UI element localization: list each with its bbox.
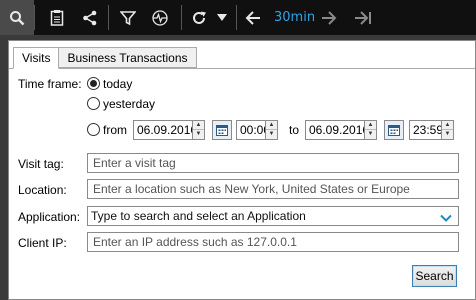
spin-down-icon[interactable]: ▼ [193, 130, 204, 139]
search-icon[interactable] [0, 0, 34, 35]
search-panel: Visits Business Transactions Time frame:… [8, 40, 476, 300]
application-select[interactable]: Type to search and select an Application [87, 206, 459, 226]
arrow-left-icon[interactable] [242, 0, 264, 35]
toolbar: 30min [0, 0, 476, 35]
filter-icon[interactable] [114, 0, 142, 35]
location-input[interactable]: Enter a location such as New York, Unite… [87, 179, 459, 199]
spin-down-icon[interactable]: ▼ [442, 130, 453, 139]
pulse-icon[interactable] [145, 0, 175, 35]
radio-from[interactable] [87, 123, 100, 136]
jump-to-end-icon[interactable] [351, 0, 375, 35]
tab-divider [9, 68, 475, 69]
application-select-placeholder: Type to search and select an Application [91, 209, 306, 223]
radio-today-label[interactable]: today [103, 77, 132, 91]
radio-yesterday[interactable] [87, 97, 100, 110]
tab-visits[interactable]: Visits [13, 47, 60, 69]
tab-business-transactions[interactable]: Business Transactions [58, 47, 197, 68]
to-time-spinner[interactable]: ▲ ▼ [442, 120, 454, 140]
clipboard-icon[interactable] [43, 0, 71, 35]
from-date-field[interactable]: 06.09.2016 [133, 120, 193, 140]
dropdown-arrow-icon[interactable] [214, 0, 230, 35]
arrow-right-icon[interactable] [318, 0, 340, 35]
location-label: Location: [18, 183, 67, 197]
share-icon[interactable] [76, 0, 104, 35]
from-time-field[interactable]: 00:00 [236, 120, 266, 140]
spin-up-icon[interactable]: ▲ [442, 121, 453, 130]
radio-today[interactable] [87, 77, 100, 90]
spin-up-icon[interactable]: ▲ [193, 121, 204, 130]
search-button[interactable]: Search [412, 265, 457, 287]
spin-down-icon[interactable]: ▼ [266, 130, 277, 139]
time-range-label[interactable]: 30min [274, 0, 315, 35]
from-calendar-icon[interactable] [212, 120, 232, 140]
spin-up-icon[interactable]: ▲ [266, 121, 277, 130]
to-time-field[interactable]: 23:59 [409, 120, 442, 140]
to-date-spinner[interactable]: ▲ ▼ [365, 120, 377, 140]
refresh-icon[interactable] [186, 0, 212, 35]
from-time-spinner[interactable]: ▲ ▼ [266, 120, 278, 140]
chevron-down-icon[interactable] [440, 210, 452, 225]
visit-tag-label: Visit tag: [18, 157, 64, 171]
to-calendar-icon[interactable] [384, 120, 404, 140]
visit-tag-input[interactable]: Enter a visit tag [87, 153, 459, 173]
application-label: Application: [18, 210, 81, 224]
client-ip-label: Client IP: [18, 236, 67, 250]
radio-from-label[interactable]: from [103, 123, 127, 137]
to-date-field[interactable]: 06.09.2016 [305, 120, 365, 140]
to-label: to [289, 123, 300, 137]
from-date-spinner[interactable]: ▲ ▼ [193, 120, 205, 140]
timeframe-label: Time frame: [18, 77, 82, 91]
tab-bar: Visits Business Transactions [13, 47, 197, 69]
radio-yesterday-label[interactable]: yesterday [103, 97, 155, 111]
spin-down-icon[interactable]: ▼ [365, 130, 376, 139]
client-ip-input[interactable]: Enter an IP address such as 127.0.0.1 [87, 232, 459, 252]
spin-up-icon[interactable]: ▲ [365, 121, 376, 130]
